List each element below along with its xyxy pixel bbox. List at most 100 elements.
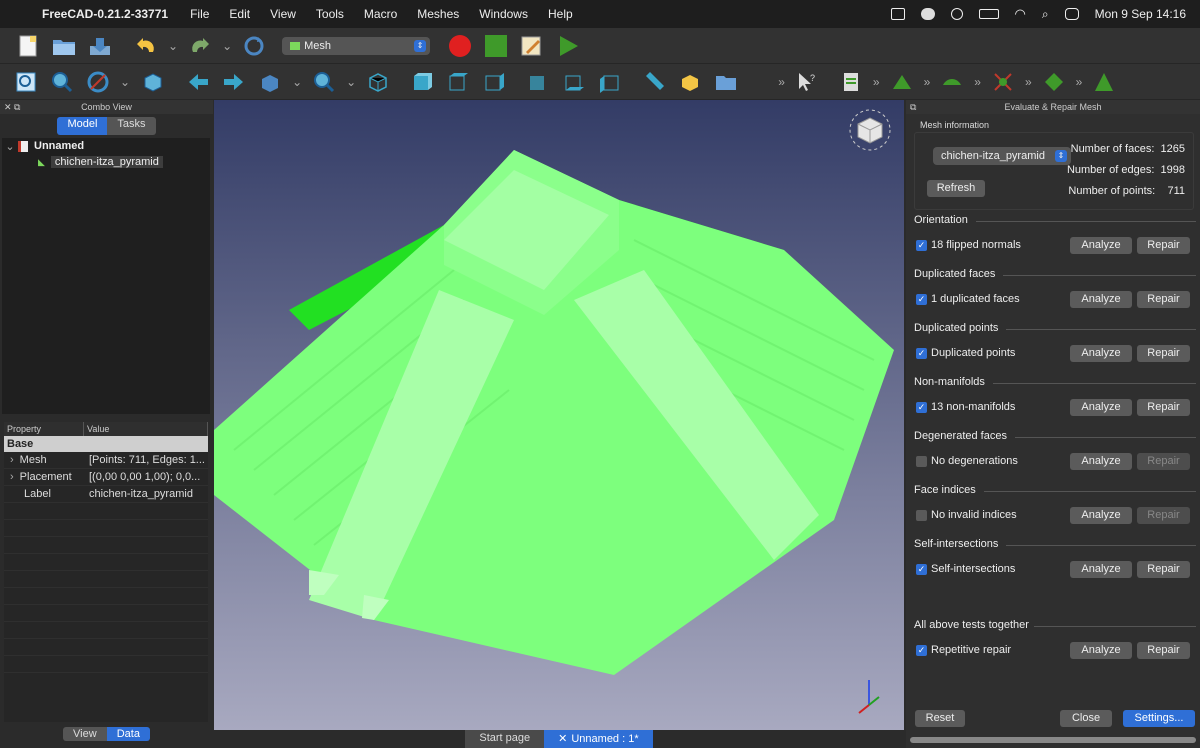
property-group-base[interactable]: Base bbox=[4, 436, 208, 452]
zoom-dropdown-icon[interactable]: ⌄ bbox=[346, 75, 356, 89]
checkbox-icon[interactable]: ✓ bbox=[916, 239, 927, 251]
repair-button[interactable]: Repair bbox=[1137, 237, 1190, 254]
new-document-icon[interactable] bbox=[15, 34, 41, 58]
repair-checkbox[interactable]: No invalid indices bbox=[916, 509, 1017, 521]
user-icon[interactable] bbox=[950, 8, 963, 20]
settings-button[interactable]: Settings... bbox=[1123, 710, 1195, 727]
property-row[interactable]: › Placement [(0,00 0,00 1,00); 0,0... bbox=[4, 469, 208, 486]
draw-style-dropdown-icon[interactable]: ⌄ bbox=[120, 75, 130, 89]
analyze-button[interactable]: Analyze bbox=[1070, 507, 1132, 524]
analyze-button[interactable]: Analyze bbox=[1070, 453, 1132, 470]
group-folder-icon[interactable] bbox=[713, 70, 739, 94]
save-icon[interactable] bbox=[87, 34, 113, 58]
macro-run-icon[interactable] bbox=[555, 34, 581, 58]
zoom-icon[interactable] bbox=[311, 70, 337, 94]
pyramid-mesh[interactable] bbox=[214, 100, 904, 730]
app-status-icon[interactable] bbox=[890, 8, 905, 20]
whats-this-icon[interactable]: ? bbox=[794, 70, 820, 94]
checkbox-icon[interactable] bbox=[916, 455, 927, 467]
3d-viewport[interactable] bbox=[214, 100, 904, 730]
tab-unnamed[interactable]: ✕ Unnamed : 1* bbox=[544, 730, 653, 748]
mesh-select[interactable]: chichen-itza_pyramid ⇕ bbox=[933, 147, 1071, 165]
mesh-import-icon[interactable] bbox=[838, 70, 864, 94]
mesh-evaluate-icon[interactable] bbox=[889, 70, 915, 94]
menu-view[interactable]: View bbox=[270, 7, 296, 21]
front-view-icon[interactable] bbox=[409, 70, 435, 94]
checkbox-icon[interactable]: ✓ bbox=[916, 293, 927, 305]
bounding-box-icon[interactable] bbox=[139, 70, 165, 94]
std-views-dropdown-icon[interactable]: ⌄ bbox=[292, 75, 302, 89]
checkbox-icon[interactable]: ✓ bbox=[916, 644, 927, 656]
redo-icon[interactable] bbox=[187, 34, 213, 58]
top-view-icon[interactable] bbox=[445, 70, 471, 94]
tab-model[interactable]: Model bbox=[57, 117, 108, 135]
property-row[interactable]: Label chichen-itza_pyramid bbox=[4, 486, 208, 503]
checkbox-icon[interactable]: ✓ bbox=[916, 401, 927, 413]
analyze-button[interactable]: Analyze bbox=[1070, 561, 1132, 578]
analyze-button[interactable]: Analyze bbox=[1070, 345, 1132, 362]
repair-button[interactable]: Repair bbox=[1137, 291, 1190, 308]
tree-document-row[interactable]: ⌄ Unnamed bbox=[2, 138, 210, 154]
model-tree[interactable]: ⌄ Unnamed ◣ chichen-itza_pyramid bbox=[2, 138, 210, 414]
mesh-smooth-icon[interactable] bbox=[939, 70, 965, 94]
repair-checkbox[interactable]: ✓ Duplicated points bbox=[916, 347, 1015, 359]
property-column-header[interactable]: Property bbox=[4, 422, 84, 436]
undo-dropdown-icon[interactable]: ⌄ bbox=[168, 39, 178, 53]
menu-macro[interactable]: Macro bbox=[364, 7, 397, 21]
checkbox-icon[interactable] bbox=[916, 509, 927, 521]
checkbox-icon[interactable]: ✓ bbox=[916, 563, 927, 575]
menu-help[interactable]: Help bbox=[548, 7, 573, 21]
isometric-view-icon[interactable] bbox=[365, 70, 391, 94]
part-icon[interactable] bbox=[677, 70, 703, 94]
close-button[interactable]: Close bbox=[1060, 710, 1112, 727]
toolbar-overflow-icon-6[interactable]: » bbox=[1076, 75, 1083, 89]
checkbox-icon[interactable]: ✓ bbox=[916, 347, 927, 359]
repair-button[interactable]: Repair bbox=[1137, 399, 1190, 416]
tab-data[interactable]: Data bbox=[106, 727, 150, 741]
toolbar-overflow-icon-2[interactable]: » bbox=[873, 75, 880, 89]
toolbar-overflow-icon-4[interactable]: » bbox=[974, 75, 981, 89]
menu-meshes[interactable]: Meshes bbox=[417, 7, 459, 21]
tab-start-page[interactable]: Start page bbox=[465, 730, 545, 748]
toolbar-overflow-icon-5[interactable]: » bbox=[1025, 75, 1032, 89]
repair-button[interactable]: Repair bbox=[1137, 453, 1190, 470]
redo-dropdown-icon[interactable]: ⌄ bbox=[222, 39, 232, 53]
analyze-button[interactable]: Analyze bbox=[1070, 237, 1132, 254]
refresh-icon[interactable] bbox=[241, 34, 267, 58]
repair-button[interactable]: Repair bbox=[1137, 507, 1190, 524]
cloud-icon[interactable] bbox=[920, 8, 935, 20]
undo-icon[interactable] bbox=[133, 34, 159, 58]
macro-stop-icon[interactable] bbox=[483, 34, 509, 58]
menu-tools[interactable]: Tools bbox=[316, 7, 344, 21]
tab-tasks[interactable]: Tasks bbox=[107, 117, 156, 135]
view-back-icon[interactable] bbox=[185, 70, 211, 94]
value-column-header[interactable]: Value bbox=[84, 422, 208, 436]
refresh-button[interactable]: Refresh bbox=[927, 180, 985, 197]
macro-record-icon[interactable] bbox=[447, 34, 473, 58]
repair-checkbox[interactable]: ✓ 1 duplicated faces bbox=[916, 293, 1020, 305]
expand-chevron-icon[interactable]: › bbox=[10, 454, 14, 466]
mesh-decimate-icon[interactable] bbox=[1091, 70, 1117, 94]
draw-style-icon[interactable] bbox=[85, 70, 111, 94]
menu-file[interactable]: File bbox=[190, 7, 209, 21]
close-icon[interactable]: ✕ ⧉ bbox=[4, 100, 20, 114]
toolbar-overflow-icon-3[interactable]: » bbox=[924, 75, 931, 89]
repair-checkbox[interactable]: ✓ 18 flipped normals bbox=[916, 239, 1021, 251]
expand-chevron-icon[interactable]: › bbox=[10, 471, 14, 483]
navigation-cube[interactable] bbox=[844, 104, 896, 156]
mesh-cut-icon[interactable] bbox=[990, 70, 1016, 94]
fit-selection-icon[interactable] bbox=[49, 70, 75, 94]
tab-view[interactable]: View bbox=[63, 727, 107, 741]
analyze-button[interactable]: Analyze bbox=[1070, 291, 1132, 308]
property-value[interactable]: [(0,00 0,00 1,00); 0,0... bbox=[86, 471, 208, 483]
analyze-all-button[interactable]: Analyze bbox=[1070, 642, 1132, 659]
horizontal-scrollbar[interactable] bbox=[910, 737, 1196, 743]
battery-icon[interactable] bbox=[978, 9, 999, 19]
close-icon[interactable]: ✕ bbox=[558, 733, 567, 745]
float-icon[interactable]: ⧉ bbox=[910, 100, 916, 114]
repair-button[interactable]: Repair bbox=[1137, 345, 1190, 362]
fit-all-icon[interactable] bbox=[13, 70, 39, 94]
open-folder-icon[interactable] bbox=[51, 34, 77, 58]
wifi-icon[interactable]: ◠ bbox=[1015, 6, 1026, 22]
expand-chevron-icon[interactable]: ⌄ bbox=[2, 140, 18, 153]
